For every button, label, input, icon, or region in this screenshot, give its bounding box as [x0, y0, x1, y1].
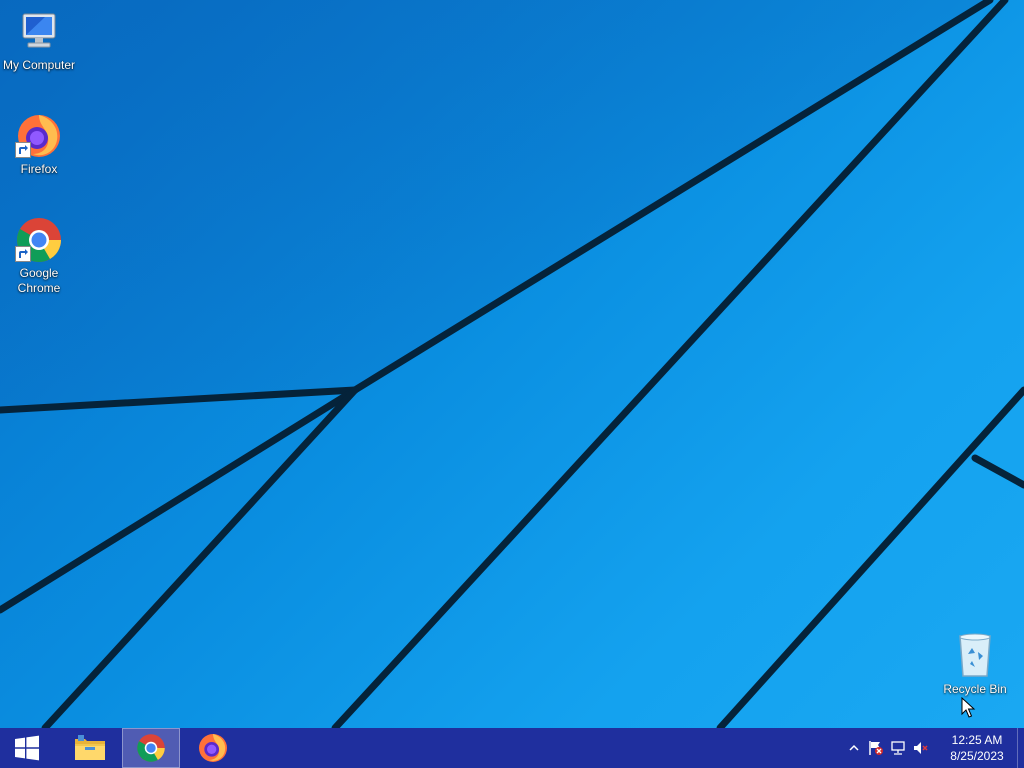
- chrome-icon: [137, 734, 165, 762]
- shortcut-arrow-icon: [15, 246, 31, 262]
- system-tray: 12:25 AM 8/25/2023: [843, 728, 1024, 768]
- recycle-bin-icon: [951, 632, 999, 680]
- clock-time: 12:25 AM: [951, 733, 1003, 747]
- start-button[interactable]: [0, 728, 54, 768]
- taskbar-firefox[interactable]: [184, 728, 242, 768]
- show-desktop-button[interactable]: [1017, 728, 1024, 768]
- desktop-icon-recycle-bin[interactable]: Recycle Bin: [936, 632, 1014, 697]
- volume-muted-icon[interactable]: [909, 728, 931, 768]
- my-computer-icon: [15, 8, 63, 56]
- desktop-icon-label: Firefox: [20, 162, 58, 176]
- taskbar-google-chrome[interactable]: [122, 728, 180, 768]
- desktop-icon-label: Google Chrome: [17, 266, 61, 295]
- file-explorer-icon: [75, 735, 105, 760]
- desktop-icon-my-computer[interactable]: My Computer: [0, 8, 78, 73]
- mouse-pointer-icon: [961, 697, 976, 718]
- taskbar: 12:25 AM 8/25/2023: [0, 728, 1024, 768]
- desktop-icon-label: Recycle Bin: [943, 682, 1007, 696]
- desktop[interactable]: My Computer Firefox Google Chrome Recycl…: [0, 0, 1024, 728]
- chrome-icon: [15, 216, 63, 264]
- desktop-icon-label: My Computer: [2, 58, 76, 72]
- taskbar-file-explorer[interactable]: [62, 728, 118, 768]
- windows-logo-icon: [15, 735, 39, 761]
- taskbar-clock[interactable]: 12:25 AM 8/25/2023: [937, 732, 1017, 764]
- show-hidden-icons-chevron[interactable]: [843, 728, 865, 768]
- firefox-icon: [199, 734, 227, 762]
- action-center-flag-icon[interactable]: [865, 728, 887, 768]
- shortcut-arrow-icon: [15, 142, 31, 158]
- desktop-icon-firefox[interactable]: Firefox: [0, 112, 78, 177]
- wallpaper: [0, 0, 1024, 728]
- firefox-icon: [15, 112, 63, 160]
- desktop-icon-google-chrome[interactable]: Google Chrome: [0, 216, 78, 296]
- network-icon[interactable]: [887, 728, 909, 768]
- clock-date: 8/25/2023: [950, 749, 1004, 763]
